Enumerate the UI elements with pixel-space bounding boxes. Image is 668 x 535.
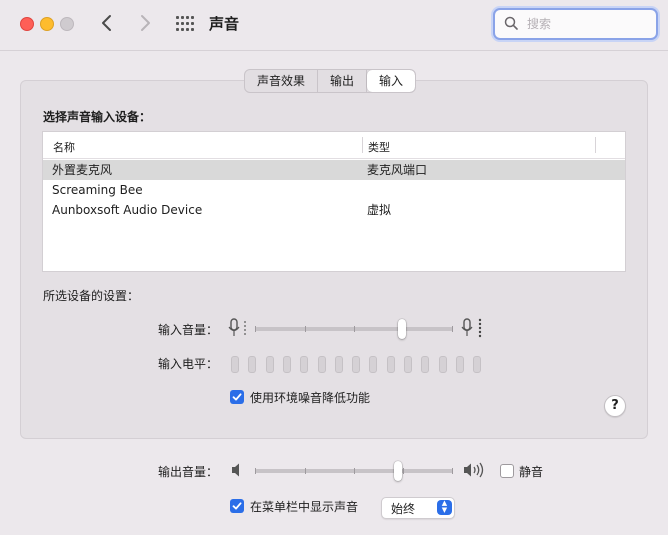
level-segment [369,356,378,373]
show-in-menubar-checkbox[interactable] [230,499,244,513]
input-device-table[interactable]: 名称 类型 外置麦克风 麦克风端口 Screaming Bee Aunboxso… [42,131,626,272]
help-button[interactable]: ? [604,395,626,417]
mic-low-icon [228,318,246,336]
mic-high-icon [461,318,482,338]
forward-button[interactable] [133,11,157,35]
level-segment [334,356,343,373]
minimize-button[interactable] [40,17,54,31]
zoom-button[interactable] [60,17,74,31]
chevron-updown-icon: ▲ ▼ [437,500,452,515]
device-type: 麦克风端口 [367,163,428,177]
back-button[interactable] [95,11,119,35]
input-level-label: 输入电平： [158,357,219,371]
tab-output[interactable]: 输出 [318,70,368,92]
chevron-right-icon [141,15,150,31]
output-volume-slider[interactable] [255,461,453,481]
level-segment [386,356,395,373]
input-volume-knob[interactable] [398,319,406,339]
level-segment [300,356,309,373]
checkmark-icon [232,502,242,510]
device-name: 外置麦克风 [52,163,113,177]
table-row[interactable]: Aunboxsoft Audio Device 虚拟 [43,200,625,220]
column-divider [362,137,363,153]
device-type: 虚拟 [367,203,392,217]
select-value: 始终 [391,502,416,516]
level-segment [352,356,361,373]
input-level-meter [231,356,482,374]
table-header: 名称 类型 [43,132,625,159]
input-volume-label: 输入音量： [158,323,219,337]
output-volume-label: 输出音量： [158,465,219,479]
device-name: Aunboxsoft Audio Device [52,203,203,217]
device-list-heading: 选择声音输入设备： [43,110,152,124]
level-segment [438,356,447,373]
chevron-left-icon [102,15,111,31]
close-button[interactable] [20,17,34,31]
level-segment [317,356,326,373]
tab-input[interactable]: 输入 [367,70,416,92]
output-volume-knob[interactable] [394,461,402,481]
table-row[interactable]: Screaming Bee [43,180,625,200]
mute-checkbox[interactable] [500,464,514,478]
tab-bar: 声音效果 输出 输入 [244,69,417,93]
level-segment [455,356,464,373]
column-header-type[interactable]: 类型 [368,139,390,155]
menubar-visibility-select[interactable]: 始终 ▲ ▼ [381,497,455,519]
table-row[interactable]: 外置麦克风 麦克风端口 [43,160,625,180]
noise-reduction-label[interactable]: 使用环境噪音降低功能 [250,389,370,406]
level-segment [231,356,239,373]
search-field[interactable] [493,8,658,40]
window-title: 声音 [209,15,240,33]
device-name: Screaming Bee [52,183,143,197]
speaker-high-icon [464,462,484,478]
level-segment [265,356,274,373]
column-divider [595,137,596,153]
noise-reduction-checkbox[interactable] [230,390,244,404]
show-in-menubar-label[interactable]: 在菜单栏中显示声音 [250,498,358,515]
checkmark-icon [232,393,242,401]
level-segment [404,356,412,373]
level-segment [248,356,257,373]
show-all-grid-icon[interactable] [176,16,194,32]
column-header-name[interactable]: 名称 [53,139,75,155]
speaker-low-icon [232,463,239,477]
search-icon [504,16,518,30]
level-segment [421,356,430,373]
mute-label[interactable]: 静音 [519,463,543,480]
level-segment [282,356,291,373]
device-settings-label: 所选设备的设置： [43,289,140,303]
tab-sound-effects[interactable]: 声音效果 [245,70,319,92]
input-volume-slider[interactable] [255,319,453,339]
search-input[interactable] [525,14,649,34]
level-segment [473,356,482,373]
